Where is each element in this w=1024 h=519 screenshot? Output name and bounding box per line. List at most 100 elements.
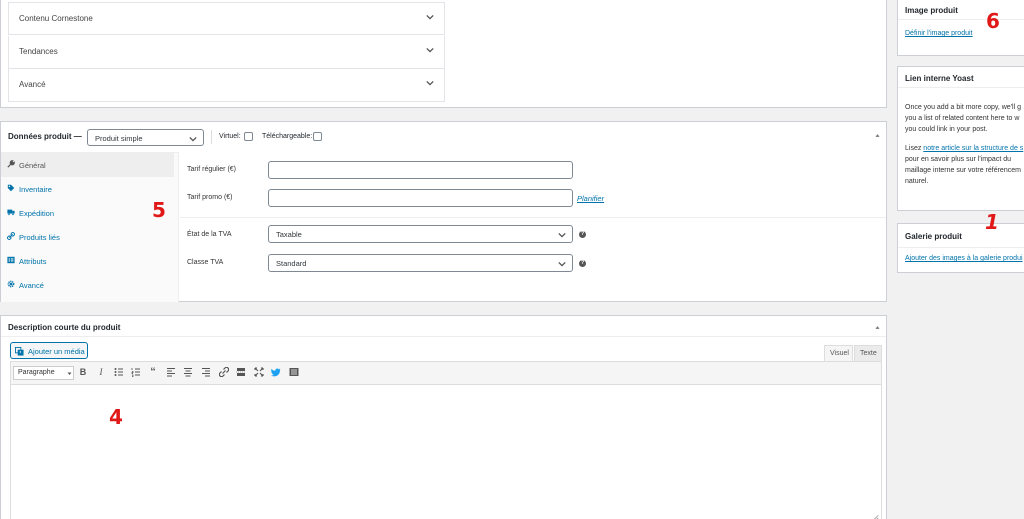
tab-visual-label: Visuel <box>830 350 849 357</box>
chevron-down-icon[interactable] <box>426 46 434 54</box>
align-right-icon[interactable] <box>201 367 211 377</box>
tax-status-select[interactable]: Taxable <box>268 225 573 243</box>
box-divider <box>898 19 1024 20</box>
virtual-checkbox[interactable] <box>244 132 253 141</box>
sale-price-label: Tarif promo (€) <box>187 194 233 201</box>
tab-label: Avancé <box>19 281 44 290</box>
annotation-number: 5 <box>152 198 166 222</box>
format-select[interactable]: Paragraphe <box>13 366 74 380</box>
box-divider <box>898 247 1024 248</box>
yoast-text-line: you could link in your post. <box>905 126 988 133</box>
product-image-box: Image produit Définir l'image produit <box>897 0 1024 56</box>
format-select-value: Paragraphe <box>18 369 55 376</box>
tab-text-label: Texte <box>860 350 877 357</box>
yoast-title: Lien interne Yoast <box>905 74 974 83</box>
help-icon[interactable]: ? <box>579 260 586 267</box>
table-icon <box>7 256 15 264</box>
tab-visual[interactable]: Visuel <box>824 345 853 361</box>
product-type-select[interactable]: Produit simple <box>87 129 204 146</box>
caret-down-icon <box>67 372 72 375</box>
annotation-number: 6 <box>986 9 1000 33</box>
tab-linked-products[interactable]: Produits liés <box>1 225 174 249</box>
accordion-label: Tendances <box>19 47 58 56</box>
numbered-list-icon[interactable] <box>131 367 141 377</box>
virtual-label: Virtuel: <box>219 133 241 140</box>
tax-status-label: État de la TVA <box>187 231 232 238</box>
read-more-icon[interactable] <box>236 367 246 377</box>
schedule-link[interactable]: Planifier <box>577 194 604 203</box>
chevron-down-icon[interactable] <box>426 79 434 87</box>
media-icon <box>15 347 24 356</box>
tab-label: Expédition <box>19 209 55 218</box>
editor-content[interactable] <box>10 385 882 519</box>
truck-icon <box>7 209 15 216</box>
accordion-label: Contenu Cornestone <box>19 14 93 23</box>
accordion-cornerstone[interactable]: Contenu Cornestone <box>8 2 445 35</box>
yoast-text-prefix: Lisez <box>905 145 924 152</box>
sale-price-input[interactable] <box>268 189 573 207</box>
product-type-value: Produit simple <box>95 134 143 143</box>
link-icon <box>7 232 15 240</box>
yoast-text: Once you add a bit more copy, we'll g yo… <box>905 102 1024 187</box>
fullscreen-icon[interactable] <box>254 367 264 377</box>
gear-icon <box>7 280 15 288</box>
short-description-panel: Description courte du produit Ajouter un… <box>0 315 887 519</box>
tab-inventory[interactable]: Inventaire <box>1 177 174 201</box>
italic-icon[interactable]: I <box>96 367 106 377</box>
resize-handle-icon[interactable] <box>871 513 879 519</box>
tab-general[interactable]: Général <box>1 153 174 177</box>
product-image-title: Image produit <box>905 6 958 15</box>
tab-text[interactable]: Texte <box>854 345 882 361</box>
chevron-down-icon[interactable] <box>426 13 434 21</box>
tab-label: Produits liés <box>19 233 60 242</box>
accordion-trends[interactable]: Tendances <box>8 36 445 69</box>
bullet-list-icon[interactable] <box>114 367 124 377</box>
short-description-title: Description courte du produit <box>8 323 121 332</box>
accordion-advanced[interactable]: Avancé <box>8 69 445 102</box>
twitter-icon[interactable] <box>271 367 281 377</box>
toolbar-toggle-icon[interactable] <box>289 367 299 377</box>
annotation-number: 4 <box>109 405 123 429</box>
tab-shipping[interactable]: Expédition <box>1 201 174 225</box>
chevron-down-icon <box>558 261 566 267</box>
yoast-article-link[interactable]: notre article sur la structure de s <box>923 145 1023 152</box>
field-divider <box>180 217 886 218</box>
add-gallery-images-link[interactable]: Ajouter des images à la galerie produi <box>905 255 1023 262</box>
tab-label: Attributs <box>19 257 47 266</box>
tax-status-value: Taxable <box>276 230 302 239</box>
product-gallery-title: Galerie produit <box>905 232 962 241</box>
yoast-text-line: Once you add a bit more copy, we'll g <box>905 104 1021 111</box>
align-center-icon[interactable] <box>183 367 193 377</box>
bold-icon[interactable]: B <box>78 367 88 377</box>
yoast-text-line: Lisez notre article sur la structure de … <box>905 143 1024 154</box>
add-media-button[interactable]: Ajouter un média <box>10 342 88 359</box>
separator <box>211 130 212 144</box>
help-icon[interactable]: ? <box>579 231 586 238</box>
regular-price-input[interactable] <box>268 161 573 179</box>
downloadable-label: Téléchargeable: <box>262 133 313 140</box>
yoast-text-line: you a list of related content here to w <box>905 115 1020 122</box>
product-data-panel: Données produit — Produit simple Virtuel… <box>0 121 887 302</box>
tax-class-select[interactable]: Standard <box>268 254 573 272</box>
link-icon[interactable] <box>219 367 229 377</box>
product-data-title: Données produit — <box>8 132 82 141</box>
regular-price-label: Tarif régulier (€) <box>187 166 237 173</box>
chevron-down-icon <box>558 232 566 238</box>
tab-label: Inventaire <box>19 185 52 194</box>
tab-label: Général <box>19 161 46 170</box>
tax-class-label: Classe TVA <box>187 259 224 266</box>
wrench-icon <box>7 160 15 168</box>
tag-icon <box>7 184 15 192</box>
tab-advanced[interactable]: Avancé <box>1 273 174 297</box>
downloadable-checkbox[interactable] <box>313 132 322 141</box>
set-product-image-link[interactable]: Définir l'image produit <box>905 30 972 37</box>
collapse-toggle-icon[interactable] <box>874 324 881 331</box>
accordion-label: Avancé <box>19 80 46 89</box>
collapse-toggle-icon[interactable] <box>874 132 881 139</box>
blockquote-icon[interactable]: “ <box>148 367 158 378</box>
annotation-number: 1 <box>985 210 999 234</box>
tab-attributes[interactable]: Attributs <box>1 249 174 273</box>
product-tabs: Général Inventaire Expédition Produits l… <box>1 152 179 302</box>
yoast-internal-link-box: Lien interne Yoast Once you add a bit mo… <box>897 66 1024 211</box>
align-left-icon[interactable] <box>166 367 176 377</box>
